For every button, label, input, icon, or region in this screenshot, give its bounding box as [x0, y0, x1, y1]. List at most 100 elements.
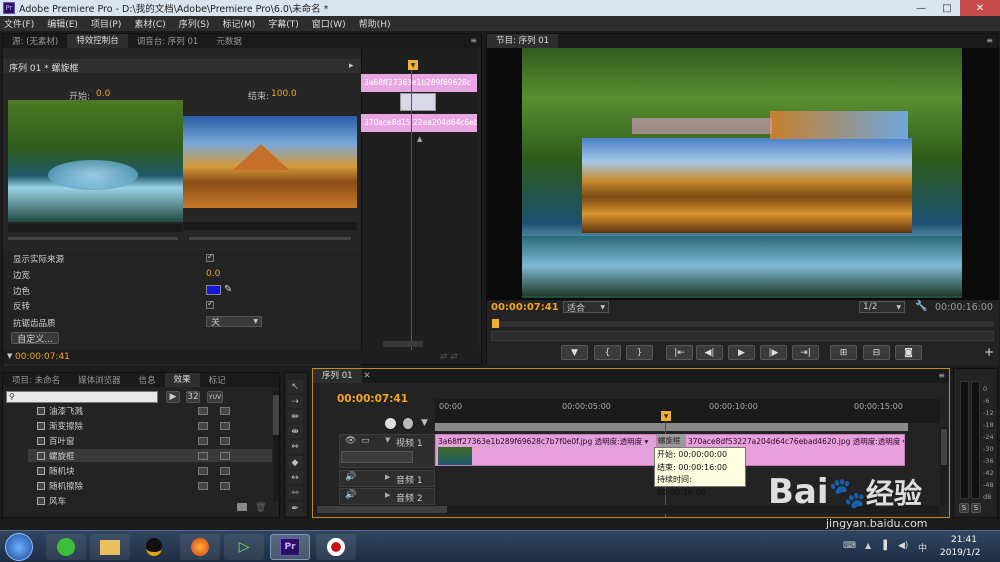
- timeline-menu-icon[interactable]: ≡: [938, 371, 945, 380]
- video-clip-1[interactable]: 3a68ff27363e1b289f69628c7b7f0e0f.jpg 透明度…: [435, 434, 657, 466]
- work-area-bar[interactable]: [435, 423, 908, 431]
- step-forward-button[interactable]: |▶: [760, 345, 787, 360]
- export-frame-button[interactable]: ◙: [895, 345, 922, 360]
- tray-volume-icon[interactable]: ◀): [898, 541, 908, 551]
- custom-button[interactable]: 自定义...: [11, 332, 59, 345]
- tray-network-icon[interactable]: ▐: [880, 541, 887, 551]
- menu-clip[interactable]: 素材(C): [134, 17, 165, 30]
- slip-tool-icon[interactable]: ↔: [287, 471, 303, 484]
- effect-item[interactable]: 百叶窗: [37, 435, 75, 447]
- collapse-audio-icon[interactable]: ▶: [385, 473, 390, 481]
- clock-date[interactable]: 2019/1/2: [940, 548, 980, 558]
- menu-title[interactable]: 字幕(T): [268, 17, 299, 30]
- close-button[interactable]: ✕: [960, 0, 1000, 16]
- tray-expand-icon[interactable]: ▲: [865, 541, 871, 550]
- timeline-zoom-scrollbar[interactable]: [317, 506, 447, 513]
- timeline-playhead-icon[interactable]: ▼: [661, 411, 671, 421]
- mark-out-button[interactable]: }: [626, 345, 653, 360]
- mini-clip-b[interactable]: 370ace8d15.22aa204d64c6eb: [361, 114, 477, 132]
- fit-select[interactable]: 适合 ▼: [563, 301, 609, 314]
- tab-source[interactable]: 源: (无素材): [3, 35, 67, 47]
- effect-item[interactable]: 风车: [37, 495, 66, 507]
- timeline-timecode[interactable]: 00:00:07:41: [337, 393, 408, 405]
- antialias-select[interactable]: 关 ▼: [206, 316, 262, 328]
- media-player-icon[interactable]: ▷: [224, 534, 264, 560]
- speaker-icon[interactable]: 🔊: [345, 472, 356, 482]
- solo-right-button[interactable]: S: [971, 503, 981, 513]
- add-marker-icon[interactable]: ▼: [421, 418, 428, 428]
- maximize-button[interactable]: □: [934, 0, 960, 16]
- effect-item[interactable]: 随机擦除: [37, 480, 83, 492]
- show-source-checkbox[interactable]: [206, 252, 214, 262]
- play-button[interactable]: ▶: [728, 345, 755, 360]
- eyedropper-icon[interactable]: ✎: [224, 284, 232, 295]
- pen-tool-icon[interactable]: ✒: [287, 502, 303, 515]
- effects-search-input[interactable]: ⚲: [6, 391, 158, 403]
- tray-ime-label[interactable]: 中: [918, 541, 927, 554]
- new-folder-icon[interactable]: [237, 503, 247, 511]
- collapse-video-icon[interactable]: ▼: [385, 436, 390, 444]
- tab-effects[interactable]: 效果: [164, 373, 200, 387]
- program-menu-icon[interactable]: ≡: [986, 36, 993, 45]
- lift-button[interactable]: ⊞: [830, 345, 857, 360]
- border-color-swatch[interactable]: [206, 285, 221, 295]
- quality-select[interactable]: 1/2 ▼: [859, 301, 905, 313]
- tab-markers[interactable]: 标记: [200, 374, 235, 386]
- effect-item[interactable]: 油漆飞溅: [37, 405, 83, 417]
- eye-icon[interactable]: 👁: [345, 436, 356, 446]
- explorer-icon[interactable]: [90, 534, 130, 560]
- add-marker-button[interactable]: ▼: [561, 345, 588, 360]
- start-value[interactable]: 0.0: [96, 89, 110, 99]
- menu-file[interactable]: 文件(F): [4, 17, 34, 30]
- tab-effect-controls[interactable]: 特效控制台: [67, 34, 128, 48]
- menu-sequence[interactable]: 序列(S): [179, 17, 210, 30]
- reverse-checkbox[interactable]: [206, 299, 214, 309]
- speaker-icon[interactable]: 🔊: [345, 490, 356, 500]
- premiere-taskbar-icon[interactable]: Pr: [270, 534, 310, 560]
- go-to-out-button[interactable]: ⇥|: [792, 345, 819, 360]
- end-value[interactable]: 100.0: [271, 89, 297, 99]
- mini-zoom-icon[interactable]: ⇄ ⇄: [440, 352, 458, 362]
- extract-button[interactable]: ⊟: [863, 345, 890, 360]
- minimize-button[interactable]: —: [908, 0, 934, 16]
- trash-icon[interactable]: 🗑: [255, 503, 266, 513]
- effect-item-selected[interactable]: 螺旋框: [28, 449, 272, 462]
- mini-transition[interactable]: [400, 93, 436, 111]
- expand-arrow-icon[interactable]: ▸: [349, 61, 354, 71]
- effect-timecode[interactable]: 00:00:07:41: [15, 352, 70, 362]
- 32bit-effects-button[interactable]: 32: [186, 391, 200, 403]
- menu-help[interactable]: 帮助(H): [359, 17, 391, 30]
- track-select-tool-icon[interactable]: ⇢: [287, 395, 303, 408]
- browser-360-icon[interactable]: [46, 534, 86, 560]
- menu-window[interactable]: 窗口(W): [312, 17, 346, 30]
- solo-left-button[interactable]: S: [959, 503, 969, 513]
- selection-tool-icon[interactable]: ↖: [287, 380, 303, 393]
- effect-item[interactable]: 随机块: [37, 465, 75, 477]
- ripple-edit-tool-icon[interactable]: ⇹: [287, 410, 303, 423]
- panel-menu-icon[interactable]: ≡: [470, 36, 477, 45]
- program-timecode[interactable]: 00:00:07:41: [491, 302, 559, 313]
- border-width-value[interactable]: 0.0: [206, 269, 220, 279]
- snap-icon[interactable]: [385, 418, 396, 429]
- tab-metadata[interactable]: 元数据: [207, 35, 251, 47]
- menu-marker[interactable]: 标记(M): [222, 17, 255, 30]
- menu-project[interactable]: 项目(P): [91, 17, 121, 30]
- tab-project[interactable]: 项目: 未命名: [3, 374, 69, 386]
- menu-edit[interactable]: 编辑(E): [47, 17, 78, 30]
- mini-playhead-marker-icon[interactable]: ▼: [408, 60, 418, 70]
- step-back-button[interactable]: ◀|: [696, 345, 723, 360]
- accelerated-effects-button[interactable]: ▶: [166, 391, 180, 403]
- clock-time[interactable]: 21:41: [951, 535, 977, 545]
- timeline-vertical-scrollbar[interactable]: [941, 429, 947, 465]
- qq-icon[interactable]: [134, 534, 174, 560]
- close-tab-icon[interactable]: ✕: [362, 371, 373, 381]
- transition-clip[interactable]: 螺旋框: [657, 434, 685, 448]
- mini-clip-a[interactable]: 3a68ff27363e1b289f69628c: [361, 74, 477, 92]
- slide-tool-icon[interactable]: ⇿: [287, 486, 303, 499]
- rate-stretch-tool-icon[interactable]: ⇔: [287, 440, 303, 453]
- keyframe-controls[interactable]: [341, 451, 413, 463]
- rolling-edit-tool-icon[interactable]: ⇼: [287, 425, 303, 438]
- effects-scrollbar[interactable]: [273, 395, 279, 435]
- tab-info[interactable]: 信息: [130, 374, 165, 386]
- go-to-in-button[interactable]: |⇤: [666, 345, 693, 360]
